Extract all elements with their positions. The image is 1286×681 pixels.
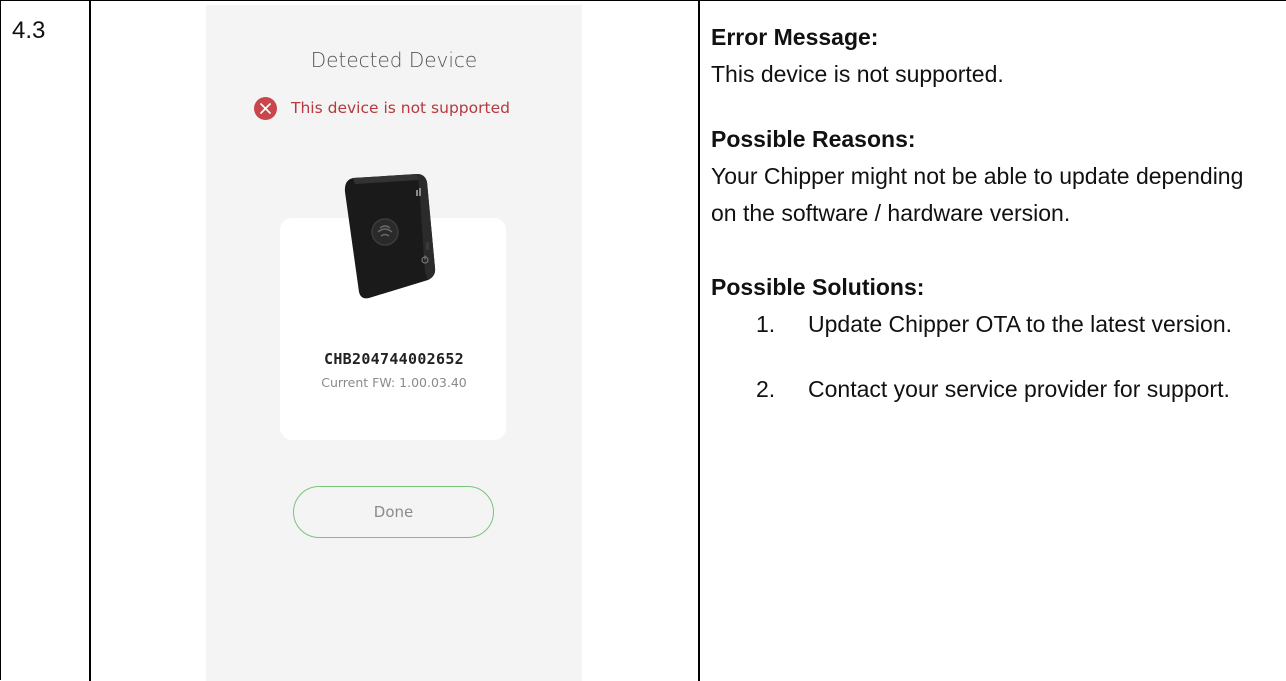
firmware-version: Current FW: 1.00.03.40 — [206, 375, 582, 390]
error-text: This device is not supported. — [711, 56, 1271, 93]
list-text: Contact your service provider for suppor… — [808, 376, 1230, 402]
done-button[interactable]: Done — [293, 486, 494, 538]
list-number: 1. — [756, 306, 775, 343]
column-divider — [89, 1, 91, 681]
phone-screenshot: Detected Device This device is not suppo… — [206, 5, 582, 681]
reasons-text: Your Chipper might not be able to update… — [711, 158, 1271, 232]
status-text: This device is not supported — [291, 99, 510, 117]
error-heading: Error Message: — [711, 19, 1271, 56]
row-number: 4.3 — [12, 17, 45, 45]
solutions-heading: Possible Solutions: — [711, 269, 1271, 306]
status-message: This device is not supported — [254, 95, 510, 121]
list-text: Update Chipper OTA to the latest version… — [808, 311, 1232, 337]
list-item: 2. Contact your service provider for sup… — [711, 371, 1248, 408]
list-number: 2. — [756, 371, 775, 408]
device-serial: CHB204744002652 — [206, 350, 582, 368]
column-divider — [698, 1, 700, 681]
table-row: 4.3 Detected Device This device is not s… — [0, 0, 1286, 680]
error-x-circle-icon — [254, 97, 277, 120]
card-reader-device-icon — [339, 172, 439, 302]
page-title: Detected Device — [206, 48, 582, 72]
list-item: 1. Update Chipper OTA to the latest vers… — [711, 306, 1248, 343]
details-column: Error Message: This device is not suppor… — [711, 19, 1271, 408]
reasons-heading: Possible Reasons: — [711, 121, 1271, 158]
